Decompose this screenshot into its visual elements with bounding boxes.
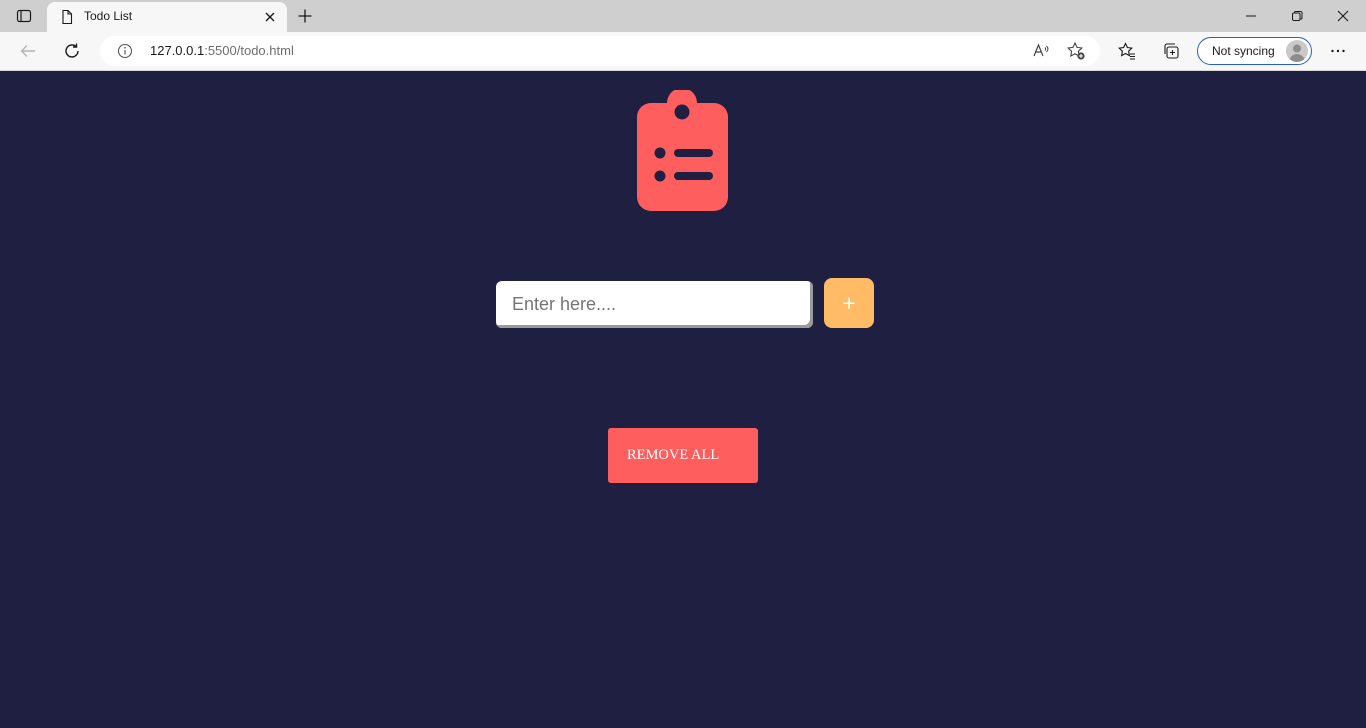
address-bar[interactable]: 127.0.0.1:5500/todo.html [100, 36, 1100, 66]
todo-app-page: + REMOVE ALL [0, 71, 1366, 728]
page-icon [59, 9, 75, 25]
refresh-icon[interactable] [58, 38, 86, 64]
read-aloud-icon[interactable] [1028, 38, 1054, 64]
browser-tab-todo-list[interactable]: Todo List [47, 2, 287, 32]
browser-tab-strip: Todo List [0, 0, 1366, 32]
close-icon[interactable] [261, 8, 279, 26]
tab-actions-icon[interactable] [8, 5, 40, 27]
collections-icon[interactable] [1157, 38, 1185, 64]
tab-title: Todo List [84, 9, 133, 23]
url-host: 127.0.0.1 [150, 43, 205, 58]
back-arrow-icon[interactable] [14, 38, 42, 64]
avatar [1286, 40, 1308, 62]
more-icon[interactable] [1324, 38, 1352, 64]
minimize-icon[interactable] [1228, 0, 1274, 32]
plus-icon[interactable] [293, 5, 317, 27]
info-icon[interactable] [117, 43, 133, 59]
star-plus-icon[interactable] [1063, 38, 1089, 64]
browser-toolbar: 127.0.0.1:5500/todo.html Not syncing [0, 32, 1366, 71]
url-text[interactable]: 127.0.0.1:5500/todo.html [150, 43, 294, 58]
remove-all-button[interactable]: REMOVE ALL [608, 428, 758, 483]
window-close-icon[interactable] [1320, 0, 1366, 32]
add-todo-button[interactable]: + [824, 278, 874, 328]
restore-icon[interactable] [1274, 0, 1320, 32]
sync-label: Not syncing [1212, 44, 1275, 58]
sync-status-button[interactable]: Not syncing [1197, 37, 1312, 65]
clipboard-list-icon [637, 90, 728, 211]
url-path: :5500/todo.html [204, 43, 294, 58]
favorites-icon[interactable] [1113, 38, 1141, 64]
todo-form: + [496, 278, 874, 328]
todo-input[interactable] [496, 281, 813, 328]
